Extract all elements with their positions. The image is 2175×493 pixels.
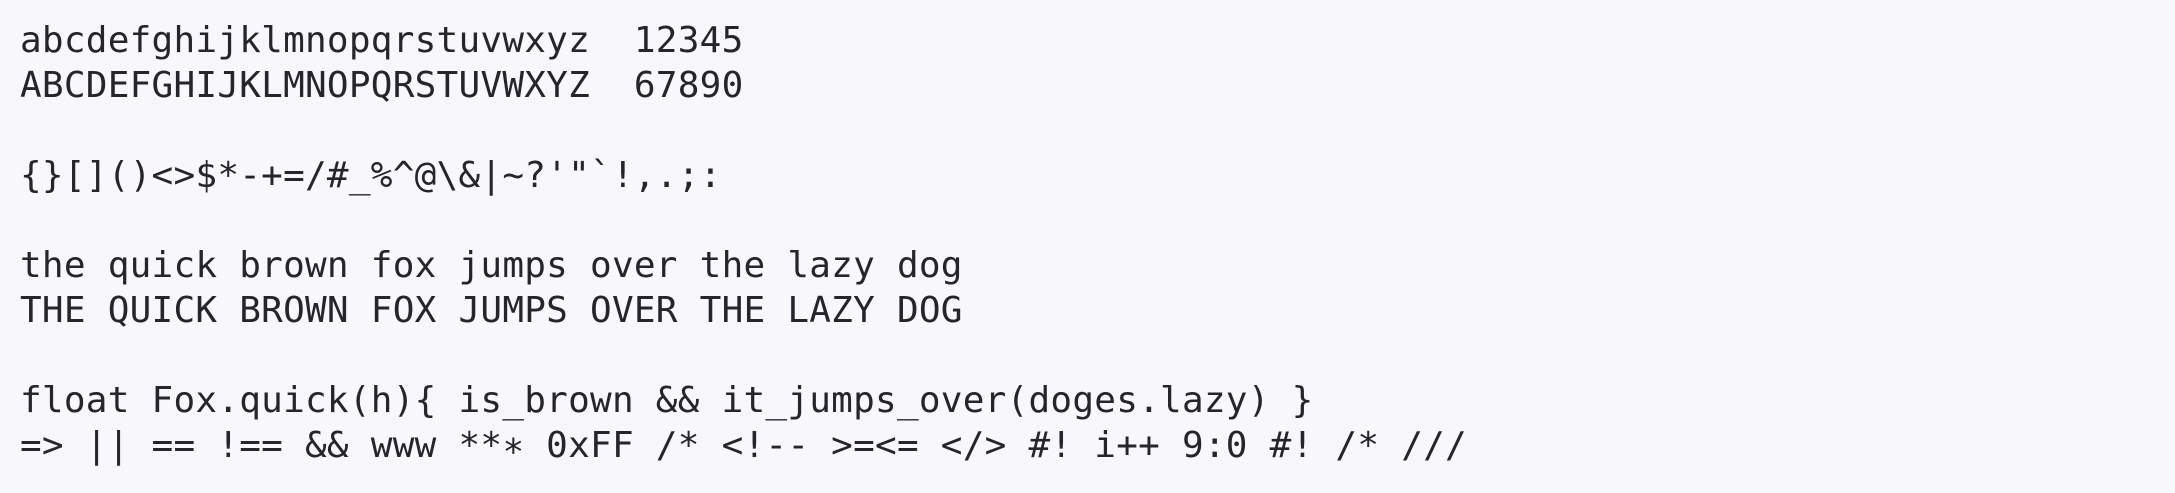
symbols-line: {}[]()<>$*-+=/#_%^@\&|~?'"`!,.;: xyxy=(20,155,722,196)
uppercase-alphabet-line: ABCDEFGHIJKLMNOPQRSTUVWXYZ 67890 xyxy=(20,65,744,106)
ligature-sample-line: => || == !== && www **∗ 0xFF /* <!-- >=<… xyxy=(20,425,1467,466)
pangram-uppercase-line: THE QUICK BROWN FOX JUMPS OVER THE LAZY … xyxy=(20,290,963,331)
code-sample-line: float Fox.quick(h){ is_brown && it_jumps… xyxy=(20,380,1314,421)
lowercase-alphabet-line: abcdefghijklmnopqrstuvwxyz 12345 xyxy=(20,20,744,61)
font-specimen: abcdefghijklmnopqrstuvwxyz 12345 ABCDEFG… xyxy=(20,18,2155,478)
pangram-lowercase-line: the quick brown fox jumps over the lazy … xyxy=(20,245,963,286)
